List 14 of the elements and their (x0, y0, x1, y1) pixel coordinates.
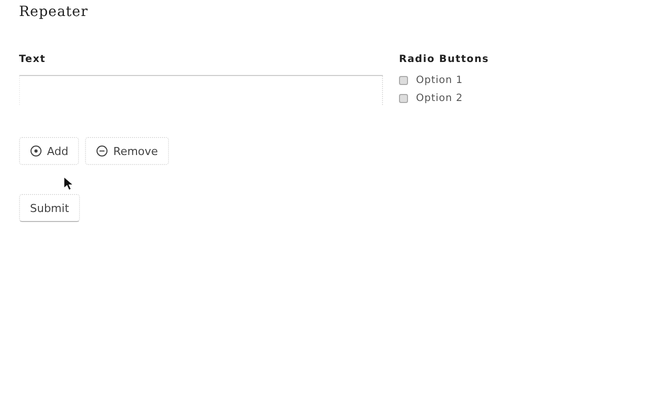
group-label: Radio Buttons (399, 54, 490, 65)
add-icon (30, 145, 42, 157)
radio-option[interactable]: Option 2 (399, 93, 490, 104)
submit-button[interactable]: Submit (19, 194, 80, 222)
page-title: Repeater (19, 4, 90, 20)
cursor-icon (64, 177, 74, 192)
remove-icon (96, 145, 108, 157)
radio-option[interactable]: Option 1 (399, 75, 490, 86)
field-label: Text (19, 54, 47, 65)
radio-icon[interactable] (399, 94, 408, 103)
remove-button[interactable]: Remove (85, 137, 169, 165)
text-input[interactable] (19, 75, 383, 105)
radio-icon[interactable] (399, 76, 408, 85)
add-button[interactable]: Add (19, 137, 80, 165)
